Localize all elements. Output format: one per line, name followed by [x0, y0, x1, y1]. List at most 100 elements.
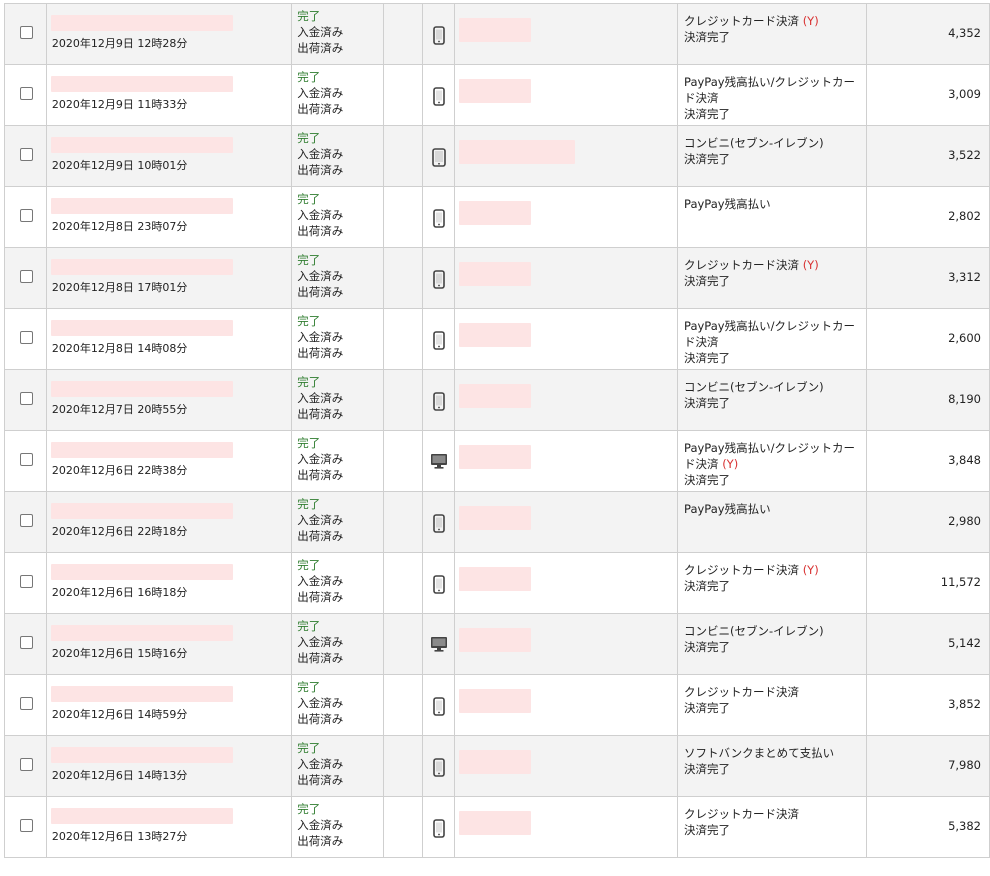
shipping-status: 出荷済み [297, 163, 344, 177]
payment-received-status: 入金済み [297, 574, 344, 588]
payment-received-status: 入金済み [297, 635, 344, 649]
redacted-customer-name [459, 79, 532, 103]
customer-cell [454, 247, 679, 309]
device-cell [422, 369, 456, 431]
amount-cell: 5,382 [865, 796, 990, 858]
row-checkbox[interactable] [20, 209, 33, 222]
row-checkbox[interactable] [20, 392, 33, 405]
order-cell: 2020年12月6日 14時13分 [45, 735, 293, 797]
status-cell: 完了 入金済み 出荷済み [291, 186, 384, 248]
payment-method: クレジットカード決済 [684, 807, 800, 821]
empty-cell [382, 613, 424, 675]
order-cell: 2020年12月6日 14時59分 [45, 674, 293, 736]
status-cell: 完了 入金済み 出荷済み [291, 674, 384, 736]
select-cell [4, 491, 47, 553]
redacted-customer-name [459, 506, 532, 530]
payment-cell: コンビニ(セブン-イレブン) 決済完了 [677, 613, 867, 675]
select-cell [4, 247, 47, 309]
redacted-customer-name [459, 323, 532, 347]
customer-cell [454, 64, 679, 126]
order-date: 2020年12月6日 16時18分 [51, 586, 188, 599]
payment-status: 決済完了 [684, 351, 731, 365]
phone-icon [423, 553, 454, 597]
order-status: 完了 [297, 70, 321, 84]
payment-method: PayPay残高払い/クレジットカード決済 [684, 441, 855, 471]
shipping-status: 出荷済み [297, 468, 344, 482]
amount-cell: 3,009 [865, 64, 990, 126]
status-cell: 完了 入金済み 出荷済み [291, 369, 384, 431]
customer-cell [454, 552, 679, 614]
payment-received-status: 入金済み [297, 25, 344, 39]
row-checkbox[interactable] [20, 270, 33, 283]
order-cell: 2020年12月6日 22時18分 [45, 491, 293, 553]
phone-icon [423, 65, 454, 109]
phone-icon [423, 4, 454, 48]
empty-cell [382, 430, 424, 492]
order-cell: 2020年12月8日 17時01分 [45, 247, 293, 309]
select-cell [4, 735, 47, 797]
select-cell [4, 186, 47, 248]
order-cell: 2020年12月7日 20時55分 [45, 369, 293, 431]
payment-method: コンビニ(セブン-イレブン) [684, 136, 824, 150]
table-row: 2020年12月6日 22時38分 完了 入金済み 出荷済み PayPay残高払い/クレ… [4, 430, 990, 492]
y-mark: (Y) [802, 14, 819, 28]
customer-cell [454, 674, 679, 736]
phone-icon [423, 309, 454, 353]
payment-cell: PayPay残高払い/クレジットカード決済 決済完了 [677, 64, 867, 126]
order-date: 2020年12月9日 12時28分 [51, 37, 188, 50]
row-checkbox[interactable] [20, 697, 33, 710]
order-status: 完了 [297, 802, 321, 816]
redacted-order-id [50, 625, 233, 641]
table-row: 2020年12月8日 23時07分 完了 入金済み 出荷済み PayPay残高払い 2,… [4, 186, 990, 248]
phone-icon [423, 370, 454, 414]
status-cell: 完了 入金済み 出荷済み [291, 308, 384, 370]
order-amount: 2,600 [948, 331, 981, 345]
tablet-icon [423, 126, 454, 170]
payment-cell: クレジットカード決済 (Y) 決済完了 [677, 247, 867, 309]
empty-cell [382, 796, 424, 858]
row-checkbox[interactable] [20, 87, 33, 100]
empty-cell [382, 3, 424, 65]
phone-icon [423, 492, 454, 536]
payment-method: PayPay残高払い [684, 502, 771, 516]
row-checkbox[interactable] [20, 453, 33, 466]
row-checkbox[interactable] [20, 26, 33, 39]
select-cell [4, 674, 47, 736]
order-cell: 2020年12月6日 16時18分 [45, 552, 293, 614]
phone-icon [423, 797, 454, 841]
redacted-order-id [50, 137, 233, 153]
order-date: 2020年12月8日 23時07分 [51, 220, 188, 233]
row-checkbox[interactable] [20, 636, 33, 649]
device-cell [422, 430, 456, 492]
empty-cell [382, 735, 424, 797]
payment-method: PayPay残高払い/クレジットカード決済 [684, 75, 855, 105]
row-checkbox[interactable] [20, 819, 33, 832]
payment-cell: クレジットカード決済 決済完了 [677, 674, 867, 736]
order-status: 完了 [297, 680, 321, 694]
row-checkbox[interactable] [20, 514, 33, 527]
row-checkbox[interactable] [20, 758, 33, 771]
select-cell [4, 552, 47, 614]
redacted-customer-name [459, 384, 532, 408]
customer-cell [454, 430, 679, 492]
table-row: 2020年12月6日 14時59分 完了 入金済み 出荷済み クレジットカード決済 決済… [4, 674, 990, 736]
shipping-status: 出荷済み [297, 712, 344, 726]
device-cell [422, 186, 456, 248]
order-amount: 2,980 [948, 514, 981, 528]
order-amount: 2,802 [948, 209, 981, 223]
customer-cell [454, 125, 679, 187]
payment-method: コンビニ(セブン-イレブン) [684, 380, 824, 394]
row-checkbox[interactable] [20, 148, 33, 161]
redacted-order-id [50, 320, 233, 336]
order-cell: 2020年12月8日 23時07分 [45, 186, 293, 248]
payment-status: 決済完了 [684, 152, 731, 166]
payment-received-status: 入金済み [297, 147, 344, 161]
empty-cell [382, 186, 424, 248]
device-cell [422, 64, 456, 126]
order-cell: 2020年12月9日 11時33分 [45, 64, 293, 126]
order-cell: 2020年12月6日 13時27分 [45, 796, 293, 858]
row-checkbox[interactable] [20, 331, 33, 344]
select-cell [4, 3, 47, 65]
shipping-status: 出荷済み [297, 590, 344, 604]
row-checkbox[interactable] [20, 575, 33, 588]
